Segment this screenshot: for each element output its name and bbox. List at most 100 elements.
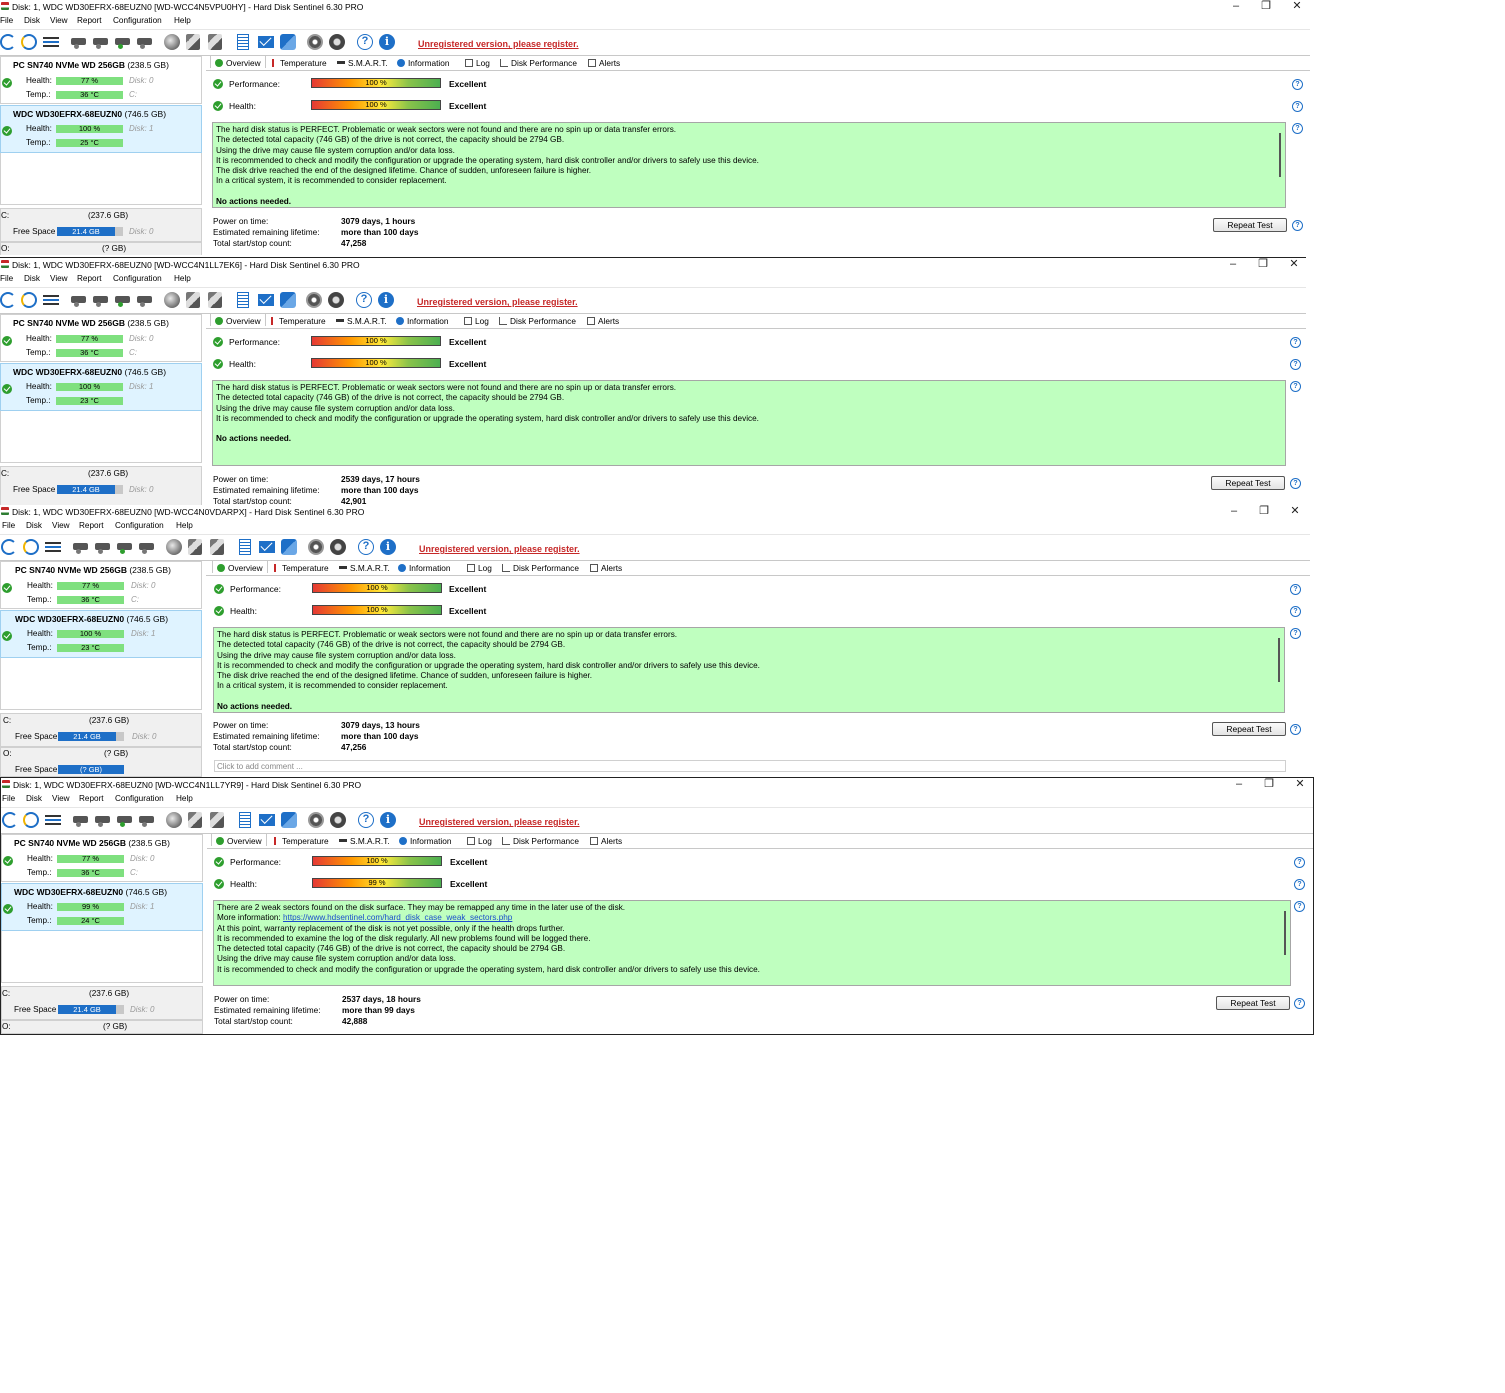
- menu-view[interactable]: View: [52, 521, 70, 530]
- disk-entry-wdc[interactable]: WDC WD30EFRX-68EUZN0 (746.5 GB) Health: …: [0, 610, 202, 658]
- tab-overview[interactable]: Overview: [210, 313, 266, 326]
- network-icon[interactable]: [281, 539, 297, 555]
- tab-information[interactable]: Information: [399, 836, 452, 846]
- tab-log[interactable]: Log: [467, 563, 492, 573]
- help-icon[interactable]: ?: [1292, 123, 1303, 134]
- status-message-box[interactable]: The hard disk status is PERFECT. Problem…: [213, 627, 1285, 713]
- options-icon[interactable]: [330, 539, 346, 555]
- disk-test-icon[interactable]: [71, 38, 86, 49]
- refresh-all-icon[interactable]: [23, 812, 39, 828]
- menu-report[interactable]: Report: [79, 521, 104, 530]
- disk-info-icon[interactable]: [137, 296, 152, 307]
- menu-file[interactable]: File: [2, 521, 15, 530]
- refresh-icon[interactable]: [1, 539, 17, 555]
- tab-disk-performance[interactable]: Disk Performance: [499, 316, 576, 326]
- about-icon[interactable]: i: [380, 539, 396, 555]
- disk-test-icon[interactable]: [71, 296, 86, 307]
- disk-ok-icon[interactable]: [115, 38, 130, 49]
- disk-ok-icon[interactable]: [115, 296, 130, 307]
- menu-help[interactable]: Help: [176, 794, 193, 803]
- tab-smart[interactable]: S.M.A.R.T.: [339, 563, 390, 573]
- volume-entry[interactable]: O: (? GB): [1, 1020, 203, 1034]
- help-icon[interactable]: ?: [1294, 998, 1305, 1009]
- restore-button[interactable]: ❐: [1250, 505, 1278, 519]
- menu-configuration[interactable]: Configuration: [115, 521, 164, 530]
- repeat-test-button[interactable]: Repeat Test: [1216, 996, 1290, 1010]
- menu-help[interactable]: Help: [174, 274, 191, 283]
- options-icon[interactable]: [329, 34, 345, 50]
- volume-entry[interactable]: C: (237.6 GB) Free Space 21.4 GB Disk: 0: [0, 466, 202, 506]
- menu-file[interactable]: File: [2, 794, 15, 803]
- help-icon[interactable]: ?: [1292, 101, 1303, 112]
- tab-temperature[interactable]: Temperature: [271, 836, 329, 846]
- menu-configuration[interactable]: Configuration: [113, 274, 162, 283]
- disk-entry-wdc[interactable]: WDC WD30EFRX-68EUZN0 (746.5 GB) Health: …: [0, 105, 202, 153]
- menu-help[interactable]: Help: [174, 16, 191, 25]
- close-button[interactable]: ✕: [1286, 778, 1313, 792]
- disk-surface-icon[interactable]: [93, 296, 108, 307]
- list-icon[interactable]: [43, 295, 59, 305]
- disk-entry-nvme[interactable]: PC SN740 NVMe WD 256GB (238.5 GB) Health…: [0, 314, 202, 362]
- volume-entry[interactable]: O: (? GB): [0, 242, 202, 255]
- disk-ok-icon[interactable]: [117, 816, 132, 827]
- register-link[interactable]: Unregistered version, please register.: [419, 544, 580, 554]
- report-icon[interactable]: [239, 539, 251, 555]
- help-icon[interactable]: ?: [1290, 381, 1301, 392]
- minimize-button[interactable]: –: [1225, 778, 1253, 792]
- menu-disk[interactable]: Disk: [26, 794, 42, 803]
- volume-entry[interactable]: C: (237.6 GB) Free Space 21.4 GB Disk: 0: [0, 713, 202, 747]
- repeat-test-button[interactable]: Repeat Test: [1212, 722, 1286, 736]
- help-icon[interactable]: ?: [1294, 879, 1305, 890]
- email-icon[interactable]: [259, 814, 275, 826]
- list-icon[interactable]: [45, 542, 61, 552]
- disk-entry-wdc[interactable]: WDC WD30EFRX-68EUZN0 (746.5 GB) Health: …: [1, 883, 203, 931]
- menu-disk[interactable]: Disk: [24, 16, 40, 25]
- about-icon[interactable]: i: [378, 292, 394, 308]
- web-icon[interactable]: [164, 292, 180, 308]
- restore-button[interactable]: ❐: [1252, 0, 1280, 14]
- status-message-box[interactable]: There are 2 weak sectors found on the di…: [213, 900, 1291, 986]
- tools-icon[interactable]: [186, 34, 200, 50]
- tab-alerts[interactable]: Alerts: [588, 58, 620, 68]
- disk-surface-icon[interactable]: [95, 543, 110, 554]
- tab-log[interactable]: Log: [464, 316, 489, 326]
- disk-entry-wdc[interactable]: WDC WD30EFRX-68EUZN0 (746.5 GB) Health: …: [0, 363, 202, 411]
- refresh-all-icon[interactable]: [21, 34, 37, 50]
- refresh-all-icon[interactable]: [23, 539, 39, 555]
- restore-button[interactable]: ❐: [1249, 258, 1277, 272]
- menu-view[interactable]: View: [52, 794, 70, 803]
- tab-alerts[interactable]: Alerts: [590, 563, 622, 573]
- list-icon[interactable]: [43, 37, 59, 47]
- disk-test-icon[interactable]: [73, 543, 88, 554]
- refresh-icon[interactable]: [0, 292, 16, 308]
- refresh-icon[interactable]: [2, 812, 18, 828]
- comment-field[interactable]: Click to add comment ...: [214, 760, 1286, 772]
- tab-disk-performance[interactable]: Disk Performance: [500, 58, 577, 68]
- about-icon[interactable]: i: [379, 34, 395, 50]
- network-icon[interactable]: [280, 292, 296, 308]
- menu-report[interactable]: Report: [77, 274, 102, 283]
- help-icon[interactable]: ?: [358, 539, 374, 555]
- close-button[interactable]: ✕: [1280, 258, 1306, 272]
- backup-icon[interactable]: [210, 812, 224, 828]
- scrollbar[interactable]: [1278, 638, 1280, 682]
- email-icon[interactable]: [258, 36, 274, 48]
- weak-sectors-link[interactable]: https://www.hdsentinel.com/hard_disk_cas…: [283, 913, 512, 922]
- tools-icon[interactable]: [186, 292, 200, 308]
- tab-disk-performance[interactable]: Disk Performance: [502, 836, 579, 846]
- tab-smart[interactable]: S.M.A.R.T.: [337, 58, 388, 68]
- help-icon[interactable]: ?: [358, 812, 374, 828]
- minimize-button[interactable]: –: [1220, 505, 1248, 519]
- disk-surface-icon[interactable]: [95, 816, 110, 827]
- tab-information[interactable]: Information: [396, 316, 449, 326]
- web-icon[interactable]: [164, 34, 180, 50]
- register-link[interactable]: Unregistered version, please register.: [419, 817, 580, 827]
- menu-file[interactable]: File: [0, 274, 13, 283]
- tools-icon[interactable]: [188, 812, 202, 828]
- menu-report[interactable]: Report: [79, 794, 104, 803]
- options-icon[interactable]: [330, 812, 346, 828]
- disk-surface-icon[interactable]: [93, 38, 108, 49]
- repeat-test-button[interactable]: Repeat Test: [1213, 218, 1287, 232]
- help-icon[interactable]: ?: [1290, 584, 1301, 595]
- menu-view[interactable]: View: [50, 274, 68, 283]
